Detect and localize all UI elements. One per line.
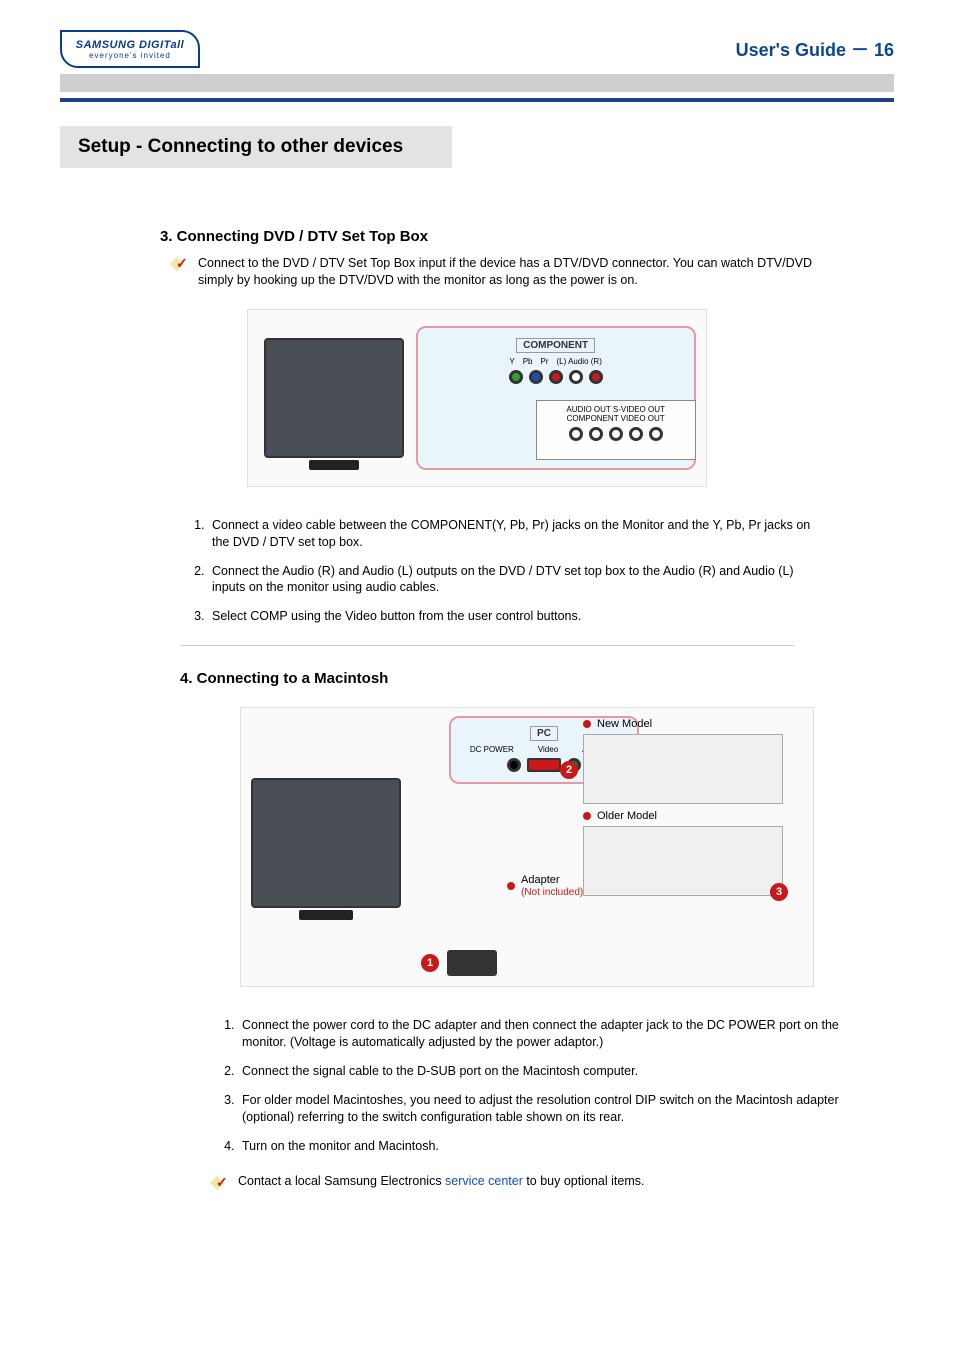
pc-panel-label: PC: [530, 726, 558, 741]
footer-post: to buy optional items.: [523, 1174, 645, 1188]
page-header: SAMSUNG DIGITall everyone's invited User…: [60, 30, 894, 68]
section4-step-2: Connect the signal cable to the D-SUB po…: [238, 1063, 854, 1080]
older-model-label-row: Older Model: [583, 810, 793, 822]
diagram-monitor-icon: [264, 338, 404, 458]
bullet-icon: [583, 720, 591, 728]
device-jack-icon: [589, 427, 603, 441]
section4-step-4: Turn on the monitor and Macintosh.: [238, 1138, 854, 1155]
section4-heading: 4. Connecting to a Macintosh: [180, 670, 894, 687]
section-divider: [180, 645, 794, 646]
jack-label-y: Y: [509, 357, 514, 366]
brand-logo: SAMSUNG DIGITall everyone's invited: [60, 30, 200, 68]
jack-label-pr: Pr: [541, 357, 549, 366]
jack-label-pb: Pb: [523, 357, 533, 366]
device-jack-icon: [609, 427, 623, 441]
section-title: Setup - Connecting to other devices: [78, 136, 434, 158]
section3-step-1: Connect a video cable between the COMPON…: [208, 517, 814, 551]
device-jack-icon: [629, 427, 643, 441]
old-mac-box-icon: 3: [583, 826, 783, 896]
callout-1: 1: [421, 954, 439, 972]
page-number-title: User's Guide － 16: [736, 36, 894, 62]
older-model-label: Older Model: [597, 810, 657, 822]
device-output-labels: AUDIO OUT S-VIDEO OUT COMPONENT VIDEO OU…: [566, 405, 665, 423]
note-icon: [210, 1174, 230, 1190]
dc-power-jack-icon: [507, 758, 521, 772]
jack-pr-icon: [549, 370, 563, 384]
device-jack-icon: [649, 427, 663, 441]
new-model-label-row: New Model: [583, 718, 793, 730]
section4-step-1: Connect the power cord to the DC adapter…: [238, 1017, 854, 1051]
logo-top-text: SAMSUNG DIGITall: [76, 39, 184, 51]
bullet-icon: [583, 812, 591, 820]
section4-step-3: For older model Macintoshes, you need to…: [238, 1092, 854, 1126]
callout-3: 3: [770, 883, 788, 901]
device-jack-icon: [569, 427, 583, 441]
jack-pb-icon: [529, 370, 543, 384]
new-model-label: New Model: [597, 718, 652, 730]
note-icon: [170, 255, 190, 271]
section4-diagram: PC DC POWER Video Audio(ST) New Model 2 …: [240, 707, 814, 987]
dsub-port-icon: [527, 758, 561, 772]
header-rule: [60, 98, 894, 102]
jack-audio-l-icon: [569, 370, 583, 384]
section3-note-text: Connect to the DVD / DTV Set Top Box inp…: [198, 255, 814, 289]
service-center-link[interactable]: service center: [445, 1174, 523, 1188]
power-adapter-icon: [447, 950, 497, 976]
section3-step-3: Select COMP using the Video button from …: [208, 608, 814, 625]
jack-label-audio: (L) Audio (R): [557, 357, 602, 366]
component-jack-row: [426, 370, 686, 384]
section3-steps-list: Connect a video cable between the COMPON…: [190, 517, 814, 625]
bullet-icon: [507, 882, 515, 890]
callout-2: 2: [560, 761, 578, 779]
section3-heading: 3. Connecting DVD / DTV Set Top Box: [160, 228, 894, 245]
jack-labels-row: Y Pb Pr (L) Audio (R): [426, 357, 686, 366]
jack-audio-r-icon: [589, 370, 603, 384]
component-panel-label: COMPONENT: [516, 338, 595, 353]
dvd-device-box: AUDIO OUT S-VIDEO OUT COMPONENT VIDEO OU…: [536, 400, 696, 460]
section3-step-2: Connect the Audio (R) and Audio (L) outp…: [208, 563, 814, 597]
section3-note-row: Connect to the DVD / DTV Set Top Box inp…: [170, 255, 814, 289]
adapter-label: Adapter: [521, 874, 560, 886]
footer-note-text: Contact a local Samsung Electronics serv…: [238, 1174, 644, 1188]
section3-diagram: COMPONENT Y Pb Pr (L) Audio (R) AUDIO OU…: [247, 309, 707, 487]
dc-power-label: DC POWER: [470, 745, 514, 754]
mac-models-column: New Model 2 Older Model 3 Adapter (Not i…: [583, 714, 793, 902]
logo-bottom-text: everyone's invited: [89, 51, 171, 60]
adapter-block: 1: [421, 950, 497, 976]
header-gray-bar: [60, 74, 894, 92]
new-mac-box-icon: 2: [583, 734, 783, 804]
section4-steps-list: Connect the power cord to the DC adapter…: [220, 1017, 854, 1154]
not-included-label: (Not included): [521, 887, 583, 898]
jack-y-icon: [509, 370, 523, 384]
adapter-label-row: Adapter (Not included): [507, 874, 583, 898]
mac-monitor-icon: [251, 778, 401, 908]
diagram-component-panel: COMPONENT Y Pb Pr (L) Audio (R) AUDIO OU…: [416, 326, 696, 470]
section4-footer-note: Contact a local Samsung Electronics serv…: [210, 1174, 834, 1190]
video-label: Video: [538, 745, 558, 754]
section-title-banner: Setup - Connecting to other devices: [60, 126, 452, 168]
footer-pre: Contact a local Samsung Electronics: [238, 1174, 445, 1188]
